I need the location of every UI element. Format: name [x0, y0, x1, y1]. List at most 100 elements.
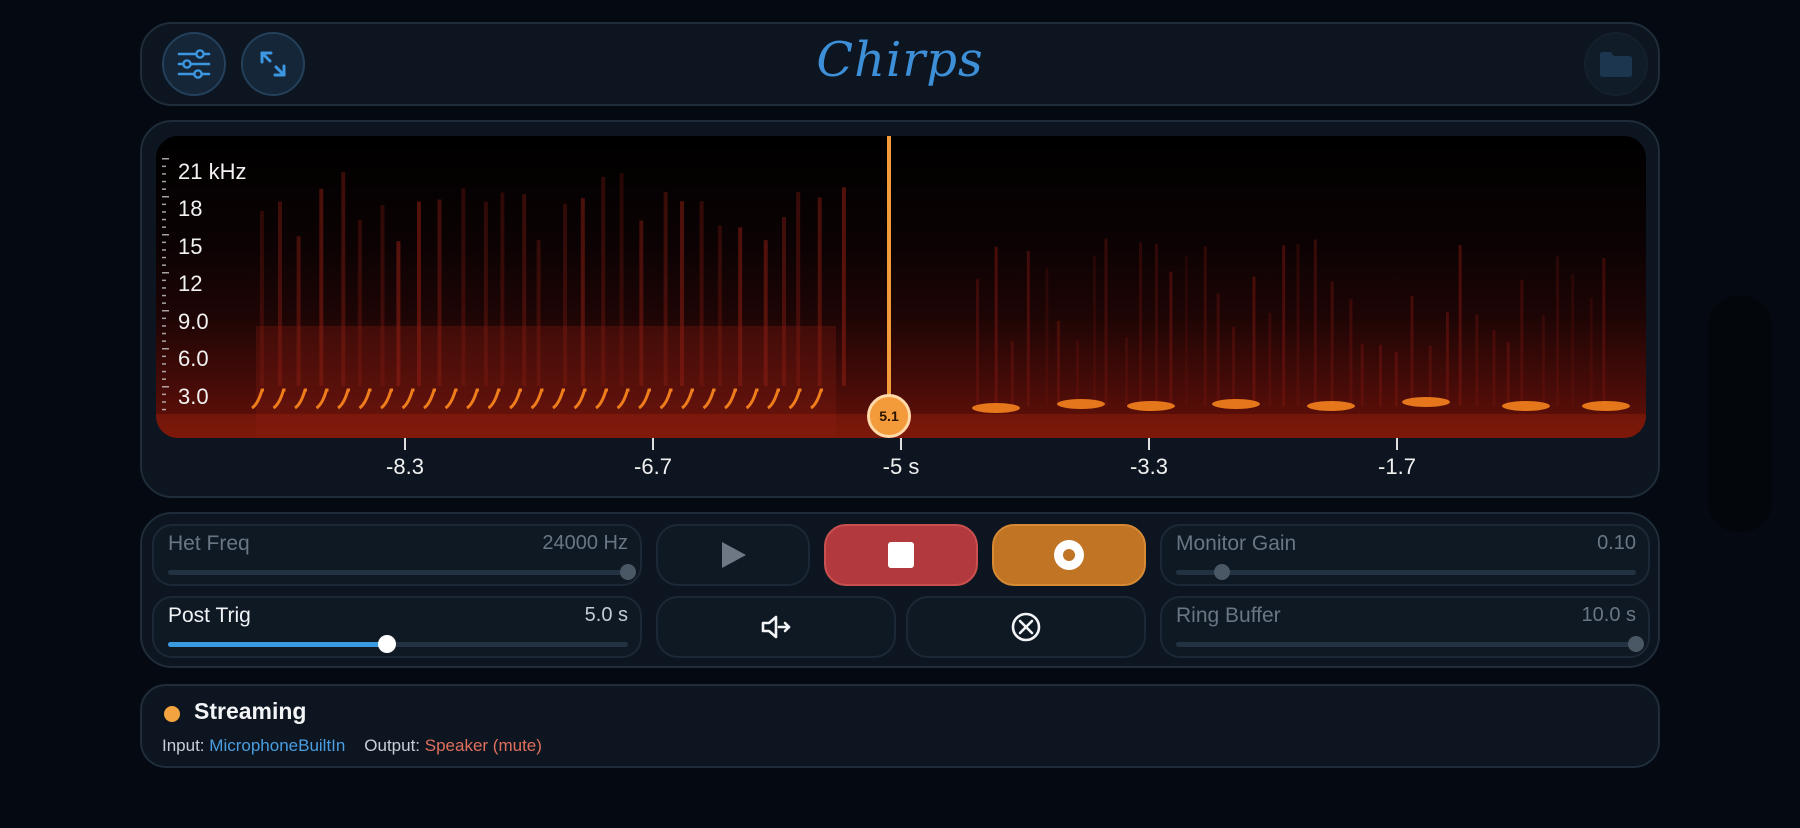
ring-buffer-thumb[interactable] [1628, 636, 1644, 652]
spectrogram-mark [1010, 340, 1014, 406]
output-device[interactable]: Speaker (mute) [425, 736, 542, 755]
status-indicator-dot [164, 706, 180, 722]
spectrogram-mark [461, 188, 466, 386]
het-freq-thumb[interactable] [620, 564, 636, 580]
record-button[interactable] [992, 524, 1146, 586]
spectrogram-mark [563, 203, 568, 386]
spectrogram-mark [522, 194, 527, 386]
spectrogram-mark [1589, 297, 1593, 406]
spectrogram-mark [663, 191, 668, 386]
spectrogram-mark [437, 199, 442, 386]
playhead-line[interactable] [887, 136, 891, 418]
post-trig-track[interactable] [168, 635, 628, 653]
spectrogram-mark [1212, 399, 1260, 409]
spectrogram-mark [1026, 251, 1030, 406]
spectrogram-mark [1216, 293, 1220, 406]
x-tick [404, 438, 406, 450]
spectrogram-mark [976, 279, 980, 406]
spectrogram-mark [1402, 397, 1450, 407]
spectrogram-mark [416, 201, 421, 386]
het-freq-label: Het Freq [168, 532, 250, 555]
app-title: Chirps [816, 32, 984, 88]
spectrogram-mark [1502, 401, 1550, 411]
side-drawer-handle[interactable] [1708, 296, 1772, 532]
spectrogram-mark [162, 241, 166, 244]
spectrogram-mark [380, 204, 385, 386]
spectrogram-mark [162, 196, 169, 198]
spectrogram-mark [781, 217, 786, 386]
spectrogram-mark [580, 198, 585, 386]
spectrogram-mark [796, 191, 801, 386]
y-label-9: 9.0 [178, 309, 209, 334]
spectrogram-mark [1458, 245, 1462, 406]
post-trig-slider[interactable]: Post Trig 5.0 s [152, 596, 642, 658]
spectrogram-mark [162, 348, 169, 350]
post-trig-label: Post Trig [168, 604, 251, 627]
audio-route-button[interactable] [656, 596, 896, 658]
stop-button[interactable] [824, 524, 978, 586]
spectrogram-mark [1506, 341, 1510, 406]
spectrogram-mark [162, 408, 166, 411]
x-label-5: -5 s [882, 454, 920, 479]
monitor-gain-track[interactable] [1176, 564, 1636, 580]
spectrogram-mark [1428, 345, 1432, 406]
spectrogram-mark [1313, 239, 1317, 406]
x-label-1-7: -1.7 [1378, 454, 1416, 479]
spectrogram-mark [341, 172, 346, 386]
spectrogram-mark [162, 264, 166, 266]
spectrogram-mark [1138, 242, 1142, 406]
cancel-circle-icon [1011, 612, 1041, 642]
ring-buffer-label: Ring Buffer [1176, 604, 1281, 627]
het-freq-track[interactable] [168, 564, 636, 580]
spectrogram-mark [1360, 343, 1364, 406]
spectrogram-mark [1057, 399, 1105, 409]
spectrogram-mark [1296, 244, 1300, 406]
spectrogram-mark [162, 294, 166, 297]
spectrogram-view[interactable]: 21 kHz 18 15 12 9.0 6.0 3.0 [156, 136, 1646, 438]
spectrogram-mark [162, 173, 166, 175]
spectrogram-mark [162, 218, 166, 221]
monitor-gain-thumb[interactable] [1214, 564, 1230, 580]
spectrogram-mark [1092, 256, 1096, 406]
y-label-21: 21 kHz [178, 159, 247, 184]
monitor-gain-slider[interactable]: Monitor Gain 0.10 [1160, 524, 1650, 586]
ring-buffer-track[interactable] [1176, 636, 1644, 652]
post-trig-thumb[interactable] [377, 635, 396, 653]
clear-button[interactable] [906, 596, 1146, 658]
spectrogram-mark [679, 201, 684, 386]
input-device[interactable]: MicrophoneBuiltIn [209, 736, 345, 755]
spectrogram-mark [1410, 295, 1414, 406]
y-label-18: 18 [178, 196, 203, 221]
spectrogram-mark [1571, 273, 1575, 406]
spectrogram-mark [1124, 337, 1128, 406]
spectrogram-mark [162, 370, 166, 373]
playhead-handle[interactable]: 5.1 [867, 394, 911, 438]
spectrogram-mark [1154, 243, 1158, 406]
record-icon [1054, 540, 1084, 570]
folder-button[interactable] [1584, 32, 1648, 96]
spectrogram-texture [156, 158, 1646, 438]
spectrogram-mark [619, 173, 624, 386]
spectrogram-mark [162, 378, 166, 380]
spectrogram-mark [162, 180, 166, 183]
spectrogram-mark [162, 393, 166, 396]
spectrogram-mark [162, 211, 166, 213]
spectrogram-mark [639, 220, 644, 386]
spectrogram-mark [259, 210, 264, 386]
input-label: Input: [162, 736, 205, 755]
play-button[interactable] [656, 524, 810, 586]
spectrogram-mark [1252, 276, 1256, 406]
status-panel: Streaming Input: MicrophoneBuiltIn Outpu… [140, 684, 1660, 768]
x-tick [1396, 438, 1398, 450]
spectrogram-mark [500, 192, 505, 386]
y-label-3: 3.0 [178, 384, 209, 409]
het-freq-slider[interactable]: Het Freq 24000 Hz [152, 524, 642, 586]
spectrogram-mark [1104, 238, 1108, 406]
ring-buffer-slider[interactable]: Ring Buffer 10.0 s [1160, 596, 1650, 658]
ring-buffer-value: 10.0 s [1581, 604, 1636, 626]
x-label-8-3: -8.3 [386, 454, 424, 479]
spectrogram-mark [357, 219, 362, 386]
spectrogram-mark [162, 234, 169, 236]
spectrogram-mark [1282, 245, 1286, 406]
spectrogram-mark [162, 287, 166, 289]
